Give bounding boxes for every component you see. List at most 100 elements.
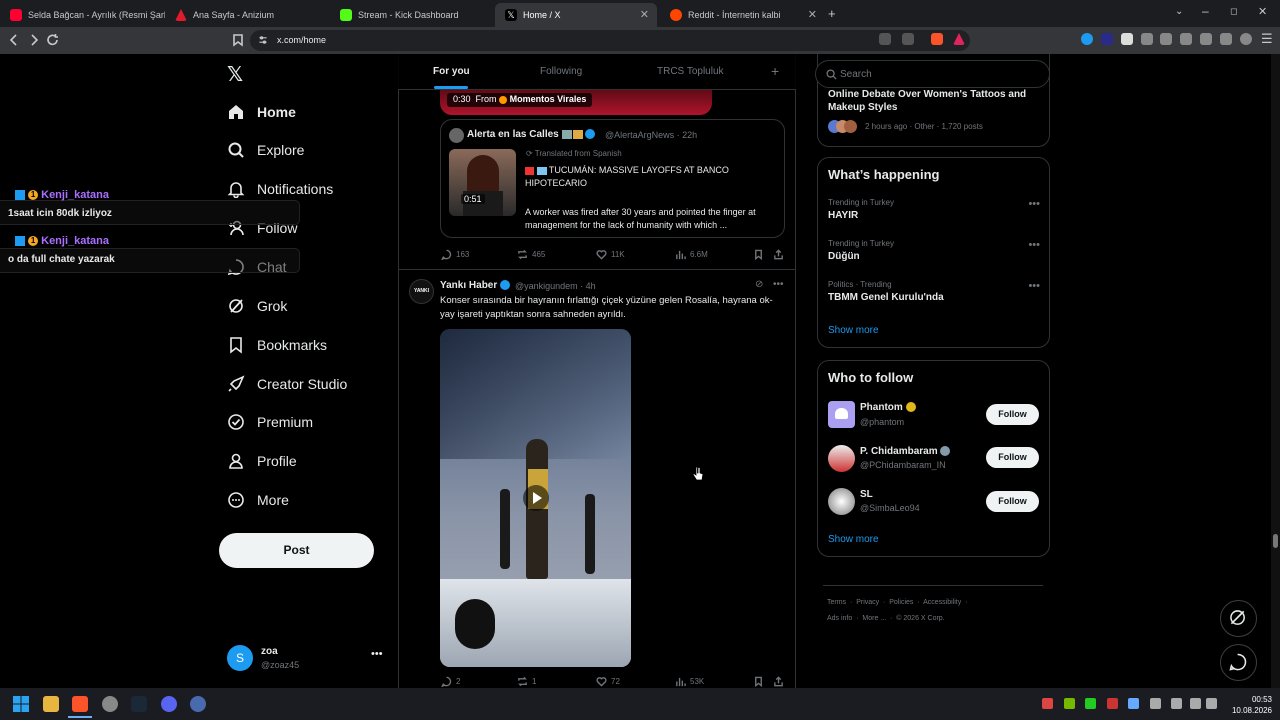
avatar[interactable]	[828, 401, 855, 428]
quote-video-thumbnail[interactable]: 0:51	[449, 149, 516, 216]
avatar[interactable]: YANKI	[409, 279, 434, 304]
close-tab-icon[interactable]: ✕	[640, 8, 649, 21]
messages-fab[interactable]	[1220, 644, 1257, 681]
close-window-icon[interactable]: ✕	[1258, 5, 1267, 18]
steam-icon[interactable]	[131, 696, 147, 712]
browser-tab-reddit[interactable]: Reddit - İnternetin kalbi ✕	[660, 3, 825, 27]
add-tab-icon[interactable]: +	[771, 63, 779, 79]
browser-tab-kick[interactable]: Stream - Kick Dashboard	[330, 3, 495, 27]
extension-icon[interactable]	[1101, 33, 1113, 45]
reply-button[interactable]: 163	[441, 249, 469, 260]
puzzle-icon[interactable]	[1141, 33, 1153, 45]
views-button[interactable]: 53K	[675, 676, 704, 687]
back-icon[interactable]	[7, 33, 21, 47]
views-button[interactable]: 6.6M	[675, 249, 708, 260]
extension-icon[interactable]	[1121, 33, 1133, 45]
grok-icon[interactable]: ⊘	[755, 279, 763, 290]
browser-tab-youtube[interactable]: Selda Bağcan - Ayrılık (Resmi Şarkı...	[0, 3, 165, 27]
trend-item[interactable]: Trending in Turkey HAYIR •••	[828, 198, 1040, 228]
more-dots-icon[interactable]: •••	[1028, 239, 1040, 251]
more-dots-icon[interactable]: •••	[773, 279, 784, 290]
scrollbar-thumb[interactable]	[1273, 534, 1278, 548]
repost-button[interactable]: 1	[517, 676, 536, 687]
network-icon[interactable]	[1190, 698, 1201, 709]
grok-fab[interactable]	[1220, 600, 1257, 637]
menu-icon[interactable]: ☰	[1261, 31, 1273, 47]
footer-link-terms[interactable]: Terms	[827, 599, 846, 606]
leo-ai-icon[interactable]	[1220, 33, 1232, 45]
browser-tab-anizium[interactable]: Ana Sayfa - Anizium	[165, 3, 330, 27]
like-button[interactable]: 72	[596, 676, 620, 687]
tweet-video[interactable]	[440, 329, 631, 667]
nav-more[interactable]: More	[227, 484, 289, 516]
site-info-icon[interactable]	[258, 35, 268, 45]
tab-community[interactable]: TRCS Topluluk	[657, 66, 724, 77]
show-more-link[interactable]: Show more	[828, 325, 879, 336]
translate-icon[interactable]	[879, 33, 891, 45]
tray-icon[interactable]	[1042, 698, 1053, 709]
quoted-tweet[interactable]: Alerta en las Calles @AlertaArgNews · 22…	[440, 119, 785, 238]
usb-icon[interactable]	[1150, 698, 1161, 709]
more-dots-icon[interactable]: •••	[1028, 198, 1040, 210]
follow-button[interactable]: Follow	[986, 491, 1039, 512]
microphone-icon[interactable]	[1171, 698, 1182, 709]
show-more-link[interactable]: Show more	[828, 534, 879, 545]
account-switcher[interactable]: S zoa @zoaz45 •••	[219, 640, 389, 678]
footer-link-privacy[interactable]: Privacy	[856, 599, 879, 606]
discord-icon[interactable]	[161, 696, 177, 712]
like-button[interactable]: 11K	[596, 249, 625, 260]
footer-link-ads[interactable]: Ads info	[827, 615, 852, 622]
app-icon[interactable]	[190, 696, 206, 712]
close-tab-icon[interactable]: ✕	[808, 8, 817, 21]
vpn-icon[interactable]	[1240, 33, 1252, 45]
trend-item[interactable]: Politics · Trending TBMM Genel Kurulu'nd…	[828, 280, 1040, 310]
bookmark-page-icon[interactable]	[231, 33, 245, 47]
nav-premium[interactable]: Premium	[227, 406, 313, 438]
bookmark-button[interactable]	[753, 249, 768, 260]
bookmark-button[interactable]	[753, 676, 768, 687]
share-button[interactable]	[773, 249, 788, 260]
url-field[interactable]: x.com/home	[250, 30, 970, 51]
share-button[interactable]	[773, 676, 788, 687]
tray-icon[interactable]	[1107, 698, 1118, 709]
more-dots-icon[interactable]: •••	[1028, 280, 1040, 292]
tweet-author-name[interactable]: Yankı Haber	[440, 280, 511, 291]
trend-item[interactable]: Trending in Turkey Düğün •••	[828, 239, 1040, 269]
sidebar-toggle-icon[interactable]	[1180, 33, 1192, 45]
app-icon[interactable]	[102, 696, 118, 712]
nav-profile[interactable]: Profile	[227, 445, 297, 477]
post-button[interactable]: Post	[219, 533, 374, 568]
follow-button[interactable]: Follow	[986, 404, 1039, 425]
nvidia-icon[interactable]	[1064, 698, 1075, 709]
play-button[interactable]	[523, 485, 549, 511]
reply-button[interactable]: 2	[441, 676, 460, 687]
tab-following[interactable]: Following	[540, 66, 582, 77]
tab-for-you[interactable]: For you	[433, 66, 470, 77]
follow-suggestion-name[interactable]: SL	[860, 489, 873, 500]
search-input[interactable]: Search	[815, 60, 1050, 88]
reload-icon[interactable]	[46, 33, 60, 47]
maximize-icon[interactable]: ◻	[1230, 6, 1237, 17]
extension-skype-icon[interactable]	[1081, 33, 1093, 45]
minimize-icon[interactable]: –	[1202, 4, 1209, 18]
cast-icon[interactable]	[902, 33, 914, 45]
music-icon[interactable]	[1160, 33, 1172, 45]
nav-home[interactable]: Home	[227, 96, 296, 128]
avatar[interactable]	[828, 445, 855, 472]
new-tab-icon[interactable]: +	[828, 6, 836, 21]
follow-button[interactable]: Follow	[986, 447, 1039, 468]
file-explorer-icon[interactable]	[43, 696, 59, 712]
tray-icon[interactable]	[1085, 698, 1096, 709]
scrollbar[interactable]	[1271, 54, 1280, 688]
brave-browser-icon[interactable]	[72, 696, 88, 712]
repost-button[interactable]: 465	[517, 249, 545, 260]
tab-search-icon[interactable]: ⌄	[1175, 6, 1183, 17]
nav-explore[interactable]: Explore	[227, 134, 304, 166]
browser-tab-x[interactable]: 𝕏 Home / X ✕	[495, 3, 657, 27]
windows-start-icon[interactable]	[13, 696, 29, 712]
clock[interactable]: 00:53 10.08.2026	[1222, 694, 1272, 716]
avatar[interactable]	[828, 488, 855, 515]
footer-link-accessibility[interactable]: Accessibility	[923, 599, 961, 606]
footer-link-policies[interactable]: Policies	[889, 599, 913, 606]
nav-creator-studio[interactable]: Creator Studio	[227, 368, 347, 400]
